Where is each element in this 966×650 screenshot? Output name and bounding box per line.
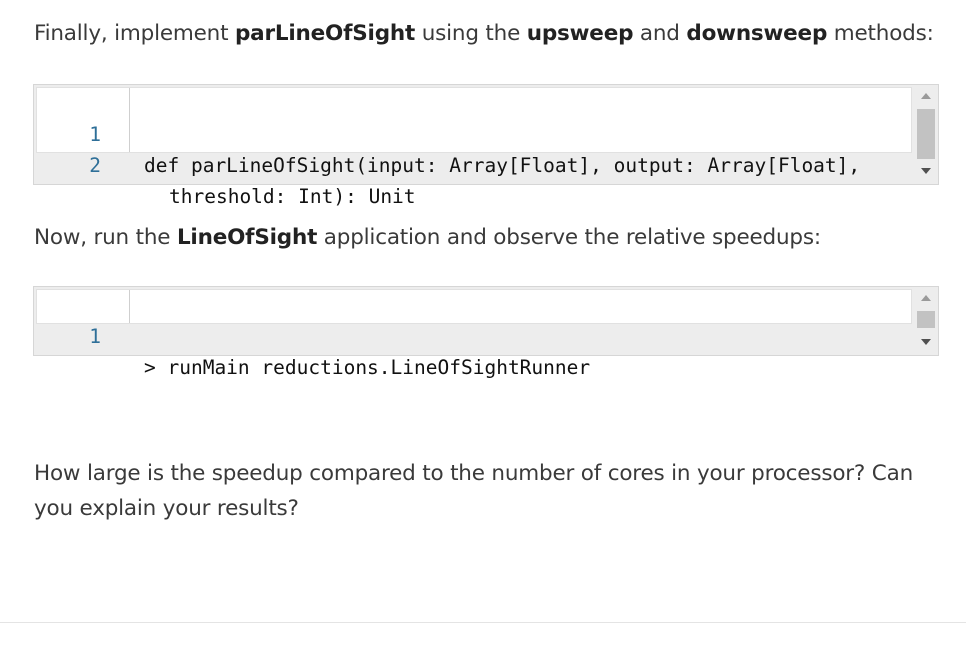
scroll-down-arrow-icon[interactable] <box>921 168 931 174</box>
code-text: def parLineOfSight(input: Array[Float], … <box>144 154 861 177</box>
bold-term: upsweep <box>526 21 634 46</box>
scroll-up-arrow-icon[interactable] <box>921 93 931 99</box>
code-line: 1 > runMain reductions.LineOfSightRunner <box>37 290 911 379</box>
line-number: 2 <box>89 154 101 177</box>
text: methods: <box>827 21 934 46</box>
code-block-signature: 1 def parLineOfSight(input: Array[Float]… <box>33 84 939 208</box>
bold-term: LineOfSight <box>176 225 318 250</box>
text: using the <box>415 21 527 46</box>
code-editor[interactable]: 1 def parLineOfSight(input: Array[Float]… <box>36 87 912 208</box>
bold-term: parLineOfSight <box>234 21 416 46</box>
code-block-command: 1 > runMain reductions.LineOfSightRunner <box>33 286 939 379</box>
text: Finally, implement <box>34 21 235 46</box>
code-text: > runMain reductions.LineOfSightRunner <box>144 356 591 379</box>
scroll-down-arrow-icon[interactable] <box>921 339 931 345</box>
divider <box>0 622 966 623</box>
text: application and observe the relative spe… <box>317 225 821 250</box>
scrollbar-thumb[interactable] <box>917 311 935 328</box>
bold-term: downsweep <box>686 21 828 46</box>
code-line: 1 def parLineOfSight(input: Array[Float]… <box>37 88 911 177</box>
line-number: 1 <box>89 325 101 348</box>
code-line: 2 threshold: Int): Unit <box>37 119 911 208</box>
scroll-up-arrow-icon[interactable] <box>921 295 931 301</box>
text: and <box>633 21 687 46</box>
question-paragraph: How large is the speedup compared to the… <box>34 461 913 521</box>
text: Now, run the <box>34 225 177 250</box>
code-editor[interactable]: 1 > runMain reductions.LineOfSightRunner <box>36 289 912 379</box>
instruction-paragraph: Now, run the LineOfSight application and… <box>34 220 821 255</box>
code-text: threshold: Int): Unit <box>169 185 416 208</box>
scrollbar-thumb[interactable] <box>917 109 935 159</box>
instruction-paragraph: Finally, implement parLineOfSight using … <box>34 16 934 51</box>
vertical-scrollbar[interactable] <box>914 287 938 355</box>
vertical-scrollbar[interactable] <box>914 85 938 184</box>
